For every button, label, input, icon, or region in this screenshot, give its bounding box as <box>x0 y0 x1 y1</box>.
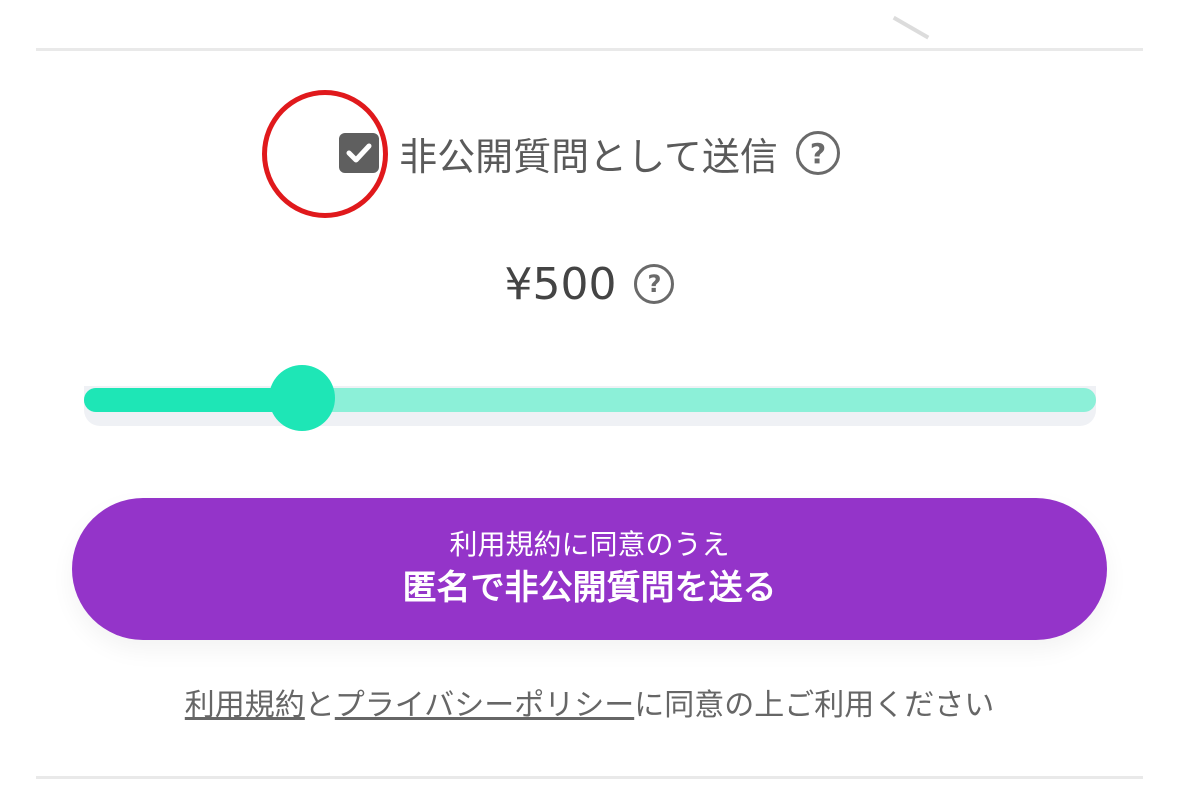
question-circle-icon[interactable]: ? <box>634 264 675 304</box>
privacy-policy-link[interactable]: プライバシーポリシー <box>335 688 634 723</box>
submit-anonymous-private-question-button[interactable]: 利用規約に同意のうえ 匿名で非公開質問を送る <box>72 498 1107 640</box>
submit-button-label: 匿名で非公開質問を送る <box>402 568 777 608</box>
check-icon <box>346 143 372 163</box>
agreement-connector: と <box>304 688 335 723</box>
private-question-checkbox[interactable] <box>339 133 380 173</box>
cropped-content-edge <box>892 0 948 40</box>
price-slider[interactable] <box>84 362 1096 432</box>
private-question-label[interactable]: 非公開質問として送信 <box>399 126 778 181</box>
price-display: ¥500 ? <box>0 252 1179 316</box>
agreement-suffix: に同意の上ご利用ください <box>634 688 995 723</box>
bottom-divider <box>36 776 1143 779</box>
terms-of-service-link[interactable]: 利用規約 <box>185 688 305 723</box>
private-question-option: 非公開質問として送信 ? <box>0 118 1179 188</box>
top-divider <box>36 48 1143 51</box>
price-value: ¥500 <box>504 258 617 310</box>
private-question-form: 非公開質問として送信 ? ¥500 ? 利用規約に同意のうえ 匿名で非公開質問を… <box>0 0 1179 786</box>
question-circle-icon[interactable]: ? <box>795 131 840 175</box>
agreement-notice: 利用規約とプライバシーポリシーに同意の上ご利用ください <box>0 680 1179 724</box>
slider-thumb[interactable] <box>268 365 335 431</box>
submit-button-subtitle: 利用規約に同意のうえ <box>449 528 730 561</box>
